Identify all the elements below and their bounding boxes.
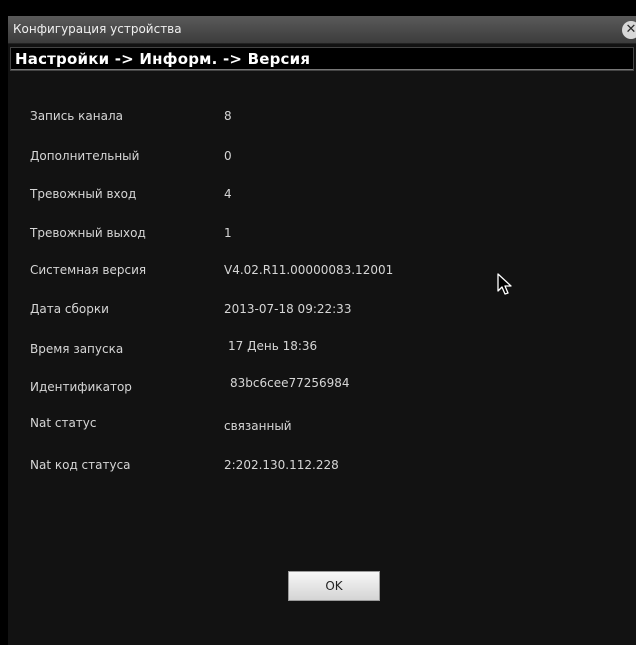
title-bar: Конфигурация устройства [8, 16, 636, 44]
ok-button[interactable]: OK [288, 571, 380, 601]
row-value-identifier: 83bc6cee77256984 [230, 376, 350, 390]
row-value-alarm-out: 1 [224, 226, 232, 240]
device-config-window: Конфигурация устройства ✕ Настройки -> И… [8, 16, 636, 645]
row-value-nat-code: 2:202.130.112.228 [224, 458, 339, 472]
row-value-system-version: V4.02.R11.00000083.12001 [224, 263, 394, 277]
breadcrumb-text: Настройки -> Информ. -> Версия [15, 50, 311, 68]
row-value-uptime: 17 День 18:36 [228, 339, 318, 353]
row-label-nat-status: Nat статус [30, 416, 97, 430]
close-icon[interactable]: ✕ [622, 21, 636, 39]
row-label-nat-code: Nat код статуса [30, 458, 131, 472]
row-label-alarm-in: Тревожный вход [30, 187, 137, 201]
row-label-alarm-out: Тревожный выход [30, 226, 146, 240]
row-value-alarm-in: 4 [224, 187, 232, 201]
row-label-system-version: Системная версия [30, 263, 147, 277]
row-value-build-date: 2013-07-18 09:22:33 [224, 302, 352, 316]
row-label-identifier: Идентификатор [30, 380, 132, 394]
row-label-uptime: Время запуска [30, 342, 124, 356]
row-value-channel-record: 8 [224, 109, 232, 123]
row-label-channel-record: Запись канала [30, 109, 123, 123]
mouse-pointer-icon [497, 273, 512, 295]
row-value-extra: 0 [224, 149, 232, 163]
row-label-build-date: Дата сборки [30, 302, 109, 316]
row-value-nat-status: связанный [224, 419, 292, 433]
row-label-extra: Дополнительный [30, 149, 140, 163]
breadcrumb: Настройки -> Информ. -> Версия [10, 47, 634, 71]
window-title: Конфигурация устройства [13, 22, 182, 36]
